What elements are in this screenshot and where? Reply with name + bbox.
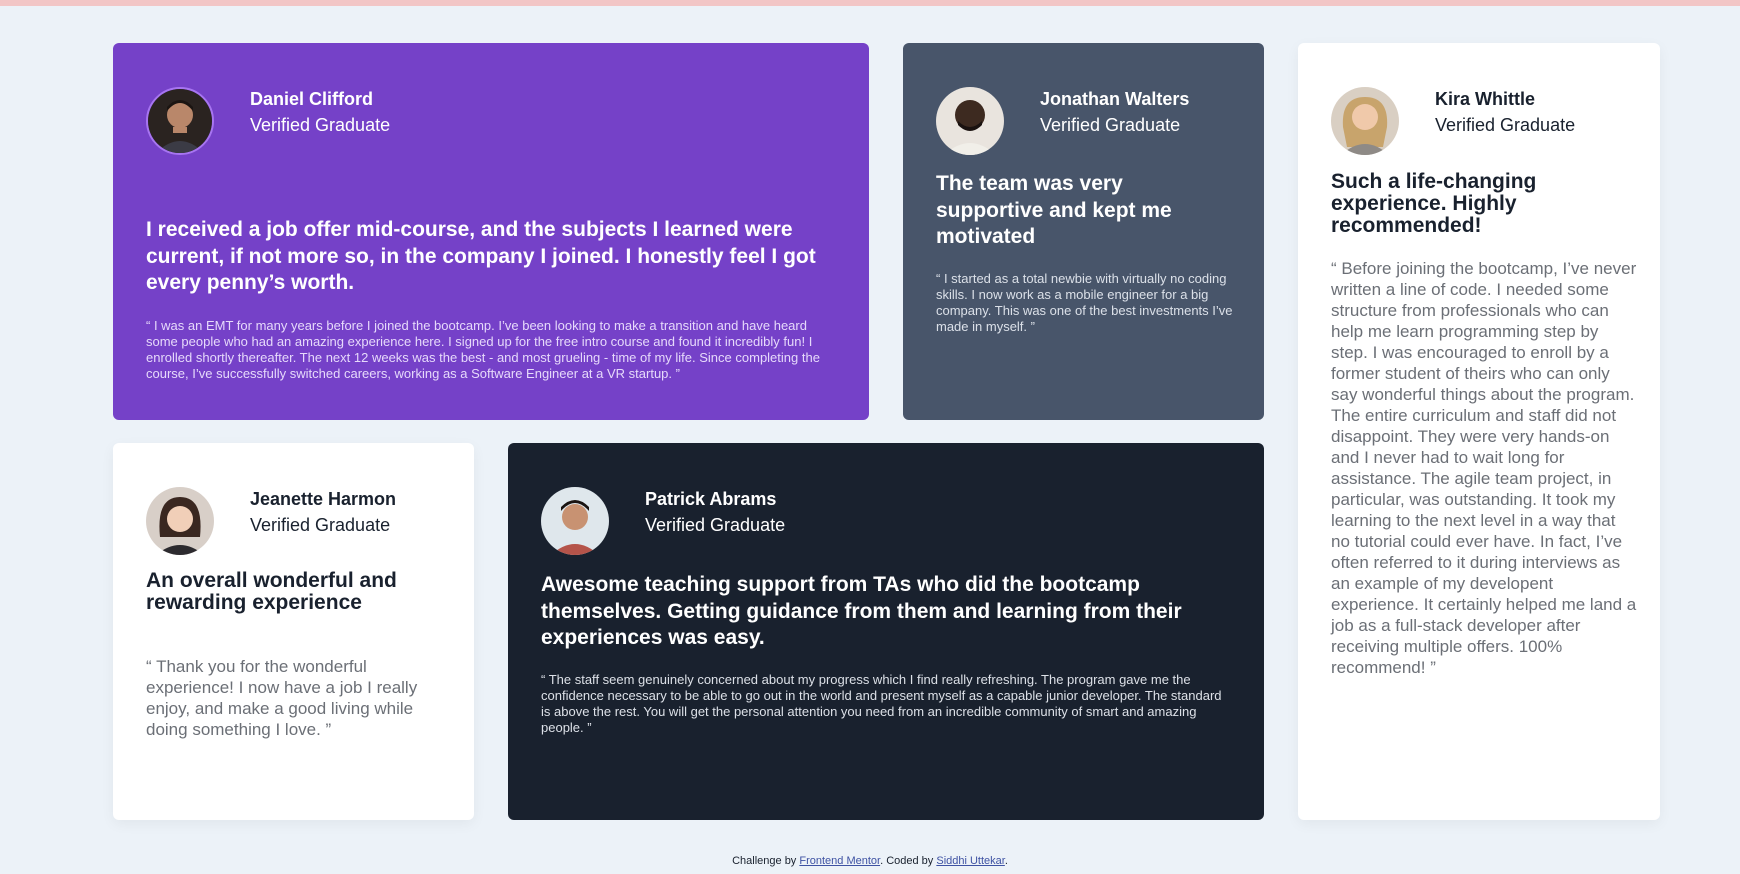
testimonial-headline: The team was very supportive and kept me… (936, 172, 1172, 249)
author-role: Verified Graduate (250, 515, 391, 535)
author-name: Daniel Clifford (250, 89, 374, 109)
testimonial-quote: “ Thank you for the wonderful experience… (146, 657, 418, 739)
testimonial-quote: “ Before joining the bootcamp, I’ve neve… (1331, 259, 1637, 677)
author-name: Patrick Abrams (645, 489, 777, 509)
author-name: Kira Whittle (1435, 89, 1536, 109)
avatar (146, 487, 214, 555)
footer-suffix: . (1004, 855, 1008, 867)
avatar (541, 487, 609, 555)
person-icon (541, 487, 609, 555)
author-role: Verified Graduate (1040, 115, 1181, 135)
person-icon (1331, 87, 1399, 155)
author-name: Jonathan Walters (1040, 89, 1190, 109)
footer-coded-text: . Coded by (880, 855, 937, 867)
avatar (146, 87, 214, 155)
testimonial-card-jeanette: Jeanette Harmon Verified Graduate An ove… (113, 443, 474, 820)
person-icon (148, 89, 212, 153)
testimonial-headline: Awesome teaching support from TAs who di… (541, 573, 1182, 650)
testimonial-quote: “ I was an EMT for many years before I j… (146, 318, 820, 381)
footer-challenge-text: Challenge by (732, 855, 800, 867)
testimonial-quote: “ I started as a total newbie with virtu… (936, 271, 1233, 334)
avatar (1331, 87, 1399, 155)
frontend-mentor-link[interactable]: Frontend Mentor (799, 855, 880, 867)
author-role: Verified Graduate (1435, 115, 1576, 135)
testimonial-headline: Such a life-changing experience. Highly … (1331, 170, 1537, 238)
author-link[interactable]: Siddhi Uttekar (936, 855, 1004, 867)
testimonial-headline: An overall wonderful and rewarding exper… (146, 569, 397, 615)
avatar (936, 87, 1004, 155)
author-role: Verified Graduate (645, 515, 786, 535)
testimonial-card-patrick: Patrick Abrams Verified Graduate Awesome… (508, 443, 1264, 820)
attribution-footer: Challenge by Frontend Mentor. Coded by S… (0, 855, 1740, 867)
testimonial-card-daniel: Daniel Clifford Verified Graduate I rece… (113, 43, 869, 420)
person-icon (936, 87, 1004, 155)
top-accent-bar (0, 0, 1740, 6)
person-icon (146, 487, 214, 555)
testimonial-headline: I received a job offer mid-course, and t… (146, 218, 816, 295)
testimonial-quote: “ The staff seem genuinely concerned abo… (541, 672, 1222, 735)
author-name: Jeanette Harmon (250, 489, 397, 509)
author-role: Verified Graduate (250, 115, 391, 135)
testimonial-card-kira: Kira Whittle Verified Graduate Such a li… (1298, 43, 1660, 820)
testimonial-card-jonathan: Jonathan Walters Verified Graduate The t… (903, 43, 1264, 420)
